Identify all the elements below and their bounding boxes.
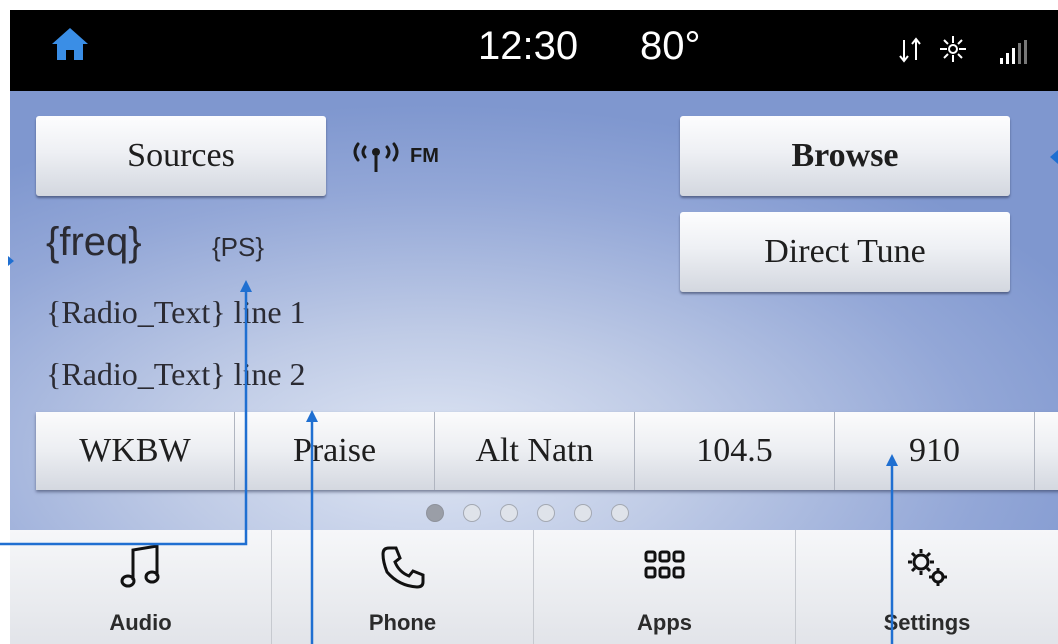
frequency-display: {freq}: [46, 220, 142, 264]
status-bar: 12:30 80°: [10, 10, 1058, 91]
page-dot[interactable]: [463, 504, 481, 522]
clock: 12:30: [478, 24, 579, 68]
nav-settings[interactable]: Settings: [796, 530, 1058, 644]
preset-page-indicator: [426, 504, 629, 522]
preset-button-3[interactable]: Alt Natn: [435, 412, 635, 490]
radio-screen: 12:30 80° Sources FM Browse Direct Tune …: [10, 10, 1058, 644]
gears-icon: [907, 549, 947, 586]
nav-audio[interactable]: Audio: [10, 530, 272, 644]
nav-apps[interactable]: Apps: [534, 530, 796, 644]
nav-settings-label: Settings: [883, 610, 971, 635]
page-dot[interactable]: [537, 504, 555, 522]
nav-phone[interactable]: Phone: [272, 530, 534, 644]
page-dot[interactable]: [574, 504, 592, 522]
radio-text-line-2: {Radio_Text} line 2: [46, 356, 306, 392]
signal-icon: [1000, 40, 1027, 64]
apps-grid-icon: [644, 550, 684, 579]
radio-text-line-1: {Radio_Text} line 1: [46, 294, 306, 330]
music-note-icon: [120, 544, 159, 588]
page-dot[interactable]: [611, 504, 629, 522]
sync-icon: [899, 37, 921, 63]
direct-tune-button[interactable]: Direct Tune: [680, 212, 1010, 292]
sources-button[interactable]: Sources: [36, 116, 326, 196]
preset-button-6[interactable]: [1035, 412, 1058, 490]
outside-temperature: 80°: [640, 24, 701, 68]
preset-button-4[interactable]: 104.5: [635, 412, 835, 490]
band-label: FM: [410, 144, 439, 167]
antenna-icon: [353, 142, 399, 172]
nav-apps-label: Apps: [637, 610, 692, 635]
preset-bar: WKBW Praise Alt Natn 104.5 910: [36, 412, 1058, 490]
preset-button-5[interactable]: 910: [835, 412, 1035, 490]
bottom-nav: Audio Phone Apps Settings: [10, 530, 1058, 644]
page-dot[interactable]: [426, 504, 444, 522]
preset-button-2[interactable]: Praise: [235, 412, 435, 490]
climate-icon: [940, 36, 966, 62]
browse-button[interactable]: Browse: [680, 116, 1010, 196]
phone-icon: [380, 546, 424, 589]
program-service-name: {PS}: [212, 232, 265, 262]
nav-audio-label: Audio: [109, 610, 172, 635]
preset-button-1[interactable]: WKBW: [36, 412, 235, 490]
home-icon[interactable]: [50, 26, 90, 62]
nav-phone-label: Phone: [368, 610, 437, 635]
band-indicator: FM: [348, 138, 439, 174]
page-dot[interactable]: [500, 504, 518, 522]
